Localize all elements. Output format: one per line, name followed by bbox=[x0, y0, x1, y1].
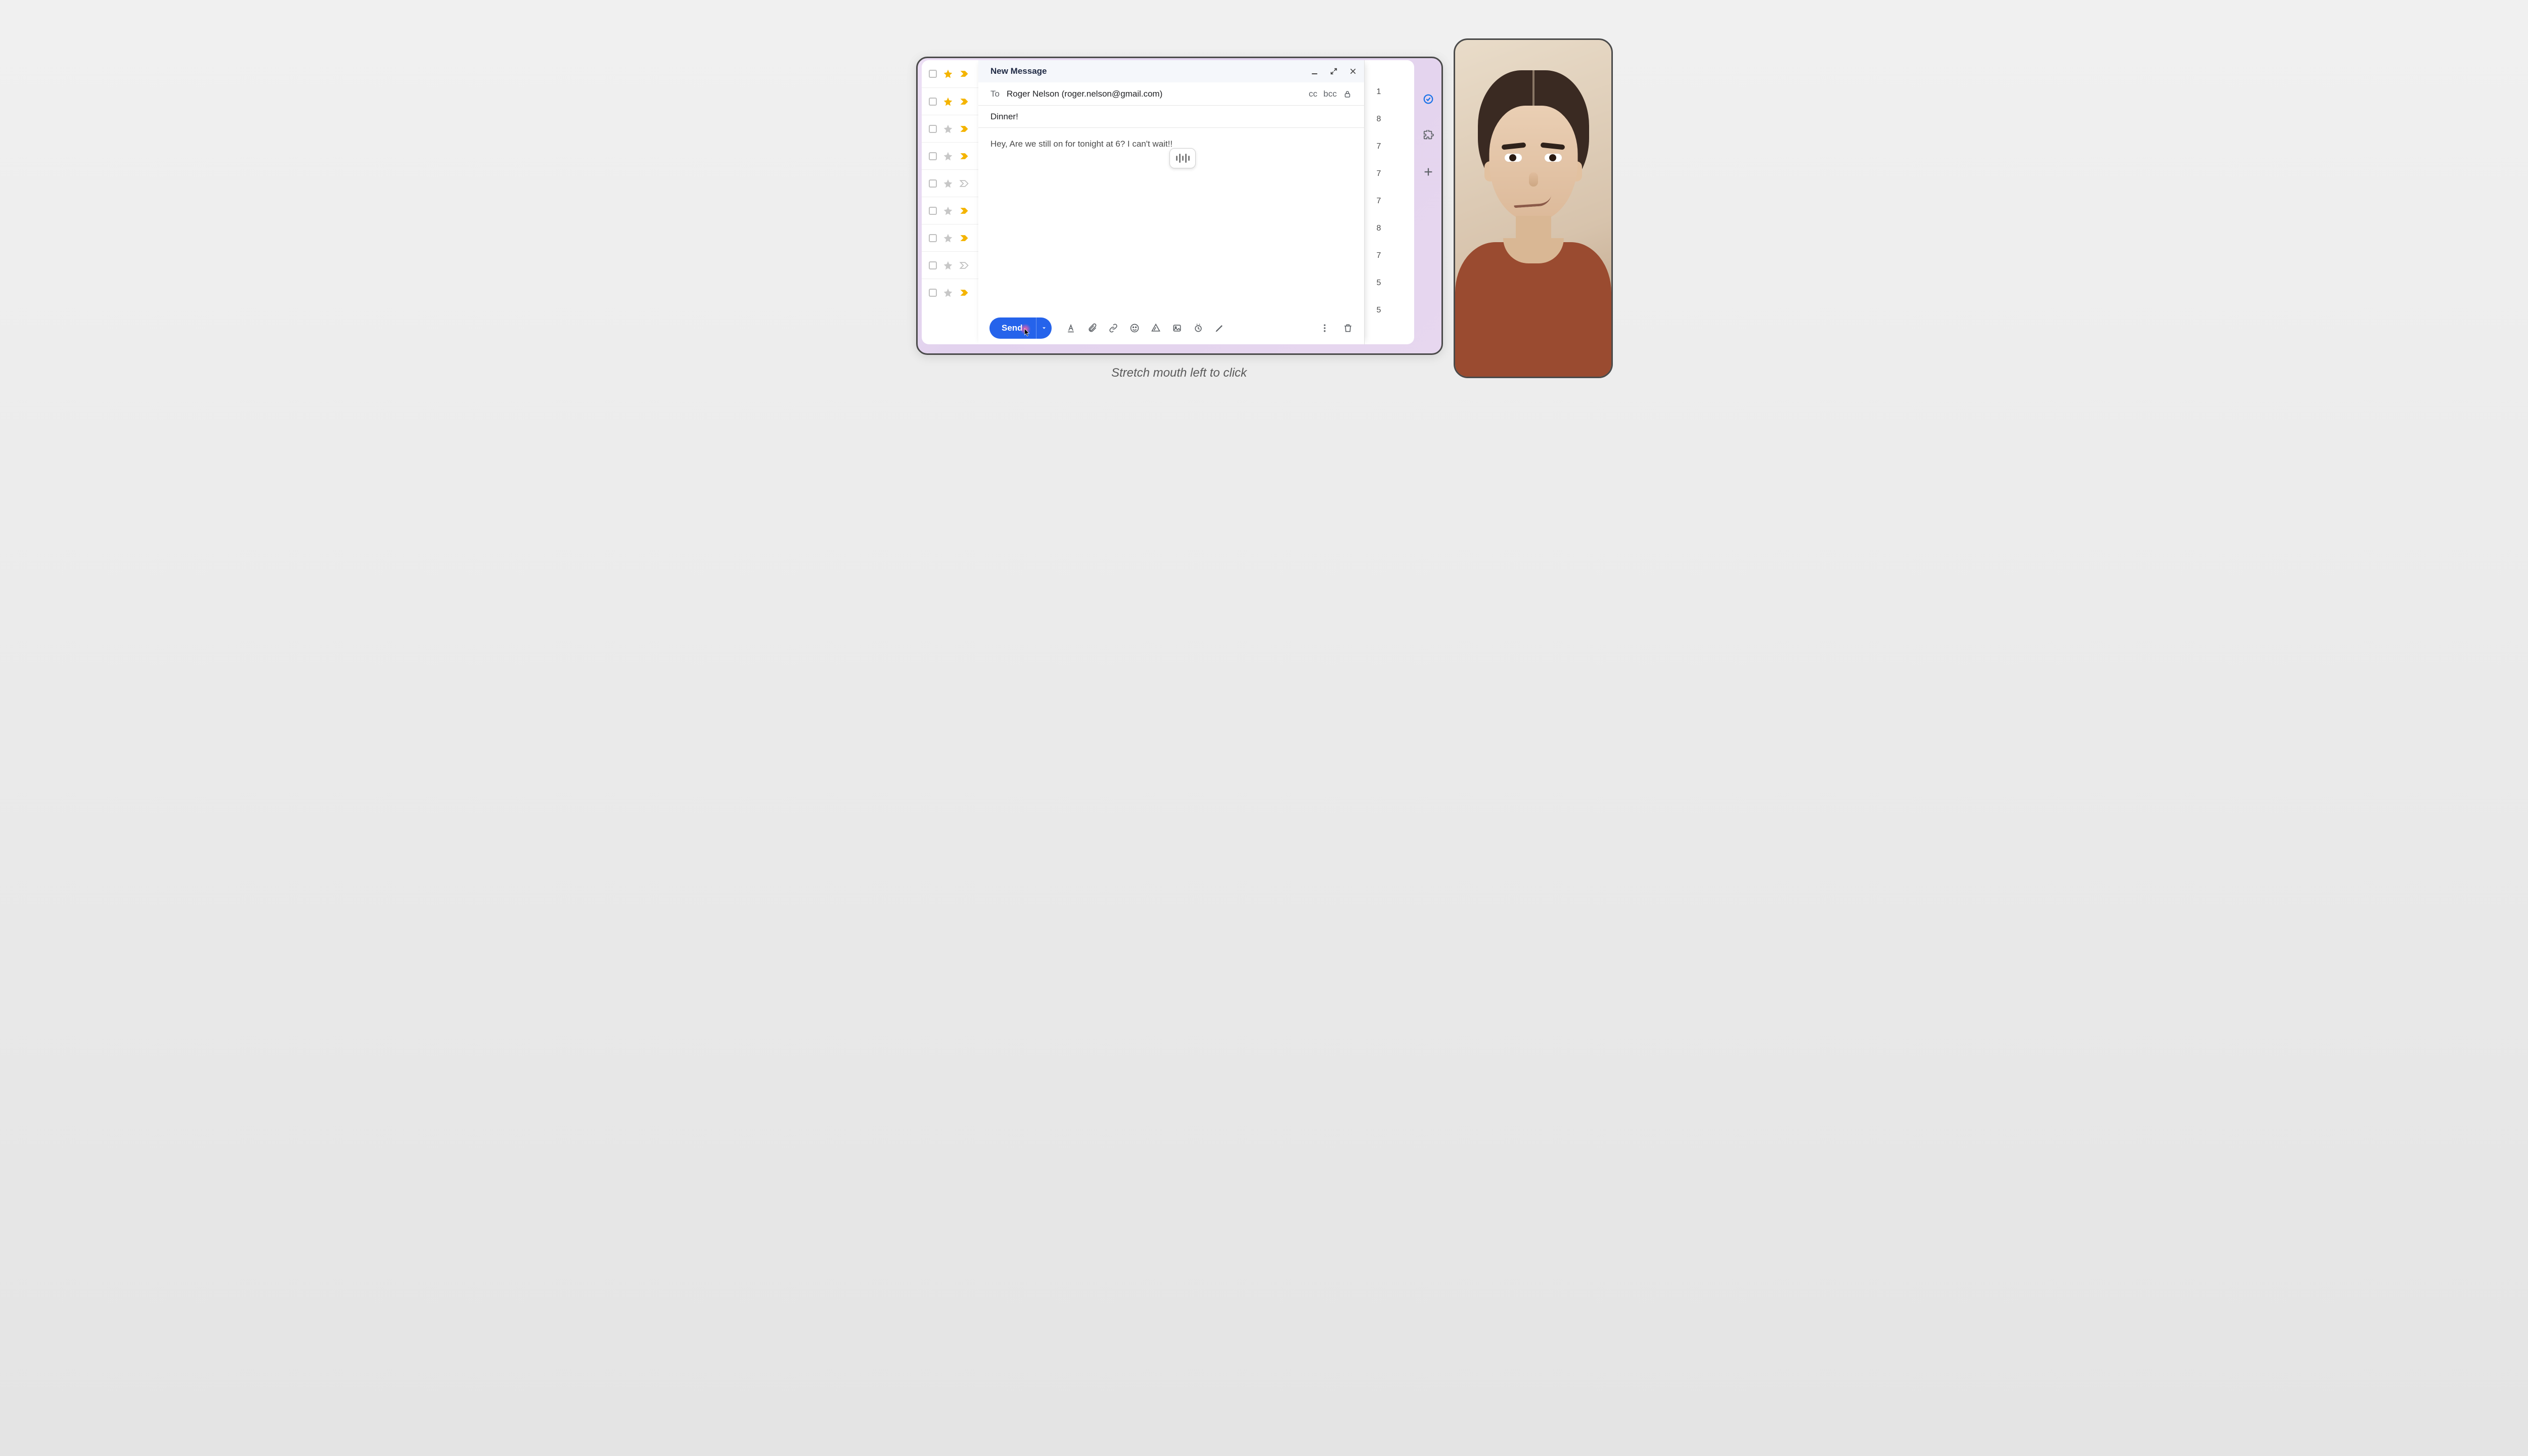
importance-icon[interactable] bbox=[959, 151, 969, 161]
fullscreen-icon[interactable] bbox=[1330, 67, 1338, 75]
importance-icon[interactable] bbox=[959, 206, 969, 216]
inbox-row[interactable] bbox=[922, 169, 978, 197]
cc-button[interactable]: cc bbox=[1309, 89, 1318, 99]
checkbox[interactable] bbox=[929, 179, 937, 188]
compose-window: New Message To Roger Nelson (roger.nelso… bbox=[978, 60, 1365, 344]
pen-icon[interactable] bbox=[1214, 323, 1225, 333]
inbox-row[interactable] bbox=[922, 142, 978, 169]
compose-body[interactable]: Hey, Are we still on for tonight at 6? I… bbox=[978, 128, 1364, 312]
face-camera-frame bbox=[1454, 38, 1613, 378]
trail-char: 8 bbox=[1374, 106, 1384, 133]
cursor-icon bbox=[1024, 328, 1031, 337]
star-icon[interactable] bbox=[943, 288, 953, 298]
checkbox[interactable] bbox=[929, 98, 937, 106]
star-icon[interactable] bbox=[943, 260, 953, 270]
voice-input-indicator[interactable] bbox=[1169, 148, 1196, 168]
more-options-icon[interactable] bbox=[1320, 323, 1330, 333]
importance-icon[interactable] bbox=[959, 178, 969, 189]
checkbox[interactable] bbox=[929, 207, 937, 215]
to-value: Roger Nelson (roger.nelson@gmail.com) bbox=[1007, 89, 1162, 99]
send-button-group: Send bbox=[989, 317, 1052, 339]
compose-footer: Send bbox=[978, 312, 1364, 344]
attach-icon[interactable] bbox=[1087, 323, 1097, 333]
trail-char: 5 bbox=[1374, 297, 1384, 324]
close-icon[interactable] bbox=[1349, 67, 1357, 75]
bcc-button[interactable]: bcc bbox=[1324, 89, 1337, 99]
importance-icon[interactable] bbox=[959, 260, 969, 270]
right-rail bbox=[1415, 58, 1441, 353]
compose-header: New Message bbox=[978, 60, 1364, 82]
format-text-icon[interactable] bbox=[1066, 323, 1076, 333]
inbox-row[interactable] bbox=[922, 60, 978, 87]
trail-char: 7 bbox=[1374, 133, 1384, 160]
checkbox[interactable] bbox=[929, 261, 937, 269]
inbox-row[interactable] bbox=[922, 115, 978, 142]
gmail-window: 1 8 7 7 7 8 7 5 5 New Message bbox=[916, 57, 1443, 355]
drive-icon[interactable] bbox=[1151, 323, 1161, 333]
trail-char: 5 bbox=[1374, 269, 1384, 297]
trail-char: 7 bbox=[1374, 242, 1384, 269]
star-icon[interactable] bbox=[943, 124, 953, 134]
emoji-icon[interactable] bbox=[1130, 323, 1140, 333]
trash-icon[interactable] bbox=[1343, 323, 1353, 333]
subject-field[interactable]: Dinner! bbox=[978, 106, 1364, 128]
minimize-icon[interactable] bbox=[1311, 67, 1319, 75]
star-icon[interactable] bbox=[943, 206, 953, 216]
inbox-row[interactable] bbox=[922, 87, 978, 115]
star-icon[interactable] bbox=[943, 69, 953, 79]
inbox-trail-column: 1 8 7 7 7 8 7 5 5 bbox=[1374, 78, 1384, 324]
tasks-icon[interactable] bbox=[1423, 94, 1434, 105]
inbox-row[interactable] bbox=[922, 251, 978, 279]
importance-icon[interactable] bbox=[959, 233, 969, 243]
body-text: Hey, Are we still on for tonight at 6? I… bbox=[990, 139, 1172, 149]
user-face bbox=[1455, 40, 1611, 377]
trail-char: 8 bbox=[1374, 215, 1384, 242]
gesture-caption: Stretch mouth left to click bbox=[896, 366, 1462, 380]
trail-char: 1 bbox=[1374, 78, 1384, 106]
star-icon[interactable] bbox=[943, 151, 953, 161]
star-icon[interactable] bbox=[943, 178, 953, 189]
subject-value: Dinner! bbox=[990, 112, 1018, 122]
link-icon[interactable] bbox=[1108, 323, 1118, 333]
star-icon[interactable] bbox=[943, 97, 953, 107]
to-field[interactable]: To Roger Nelson (roger.nelson@gmail.com)… bbox=[978, 82, 1364, 106]
importance-icon[interactable] bbox=[959, 124, 969, 134]
checkbox[interactable] bbox=[929, 70, 937, 78]
checkbox[interactable] bbox=[929, 234, 937, 242]
checkbox[interactable] bbox=[929, 125, 937, 133]
image-icon[interactable] bbox=[1172, 323, 1182, 333]
importance-icon[interactable] bbox=[959, 288, 969, 298]
send-button[interactable]: Send bbox=[989, 317, 1036, 339]
importance-icon[interactable] bbox=[959, 69, 969, 79]
confidential-icon[interactable] bbox=[1193, 323, 1203, 333]
addons-icon[interactable] bbox=[1423, 130, 1434, 141]
inbox-row[interactable] bbox=[922, 224, 978, 251]
inbox-list bbox=[922, 60, 978, 344]
importance-icon[interactable] bbox=[959, 97, 969, 107]
checkbox[interactable] bbox=[929, 289, 937, 297]
add-icon[interactable] bbox=[1423, 166, 1434, 177]
inbox-row[interactable] bbox=[922, 279, 978, 306]
trail-char: 7 bbox=[1374, 188, 1384, 215]
lock-icon[interactable] bbox=[1343, 89, 1352, 99]
compose-title: New Message bbox=[990, 66, 1047, 76]
trail-char: 7 bbox=[1374, 160, 1384, 188]
inbox-row[interactable] bbox=[922, 197, 978, 224]
send-options-button[interactable] bbox=[1036, 317, 1052, 339]
star-icon[interactable] bbox=[943, 233, 953, 243]
checkbox[interactable] bbox=[929, 152, 937, 160]
to-label: To bbox=[990, 89, 1000, 99]
mail-content: 1 8 7 7 7 8 7 5 5 New Message bbox=[922, 60, 1414, 344]
send-label: Send bbox=[1002, 323, 1023, 333]
